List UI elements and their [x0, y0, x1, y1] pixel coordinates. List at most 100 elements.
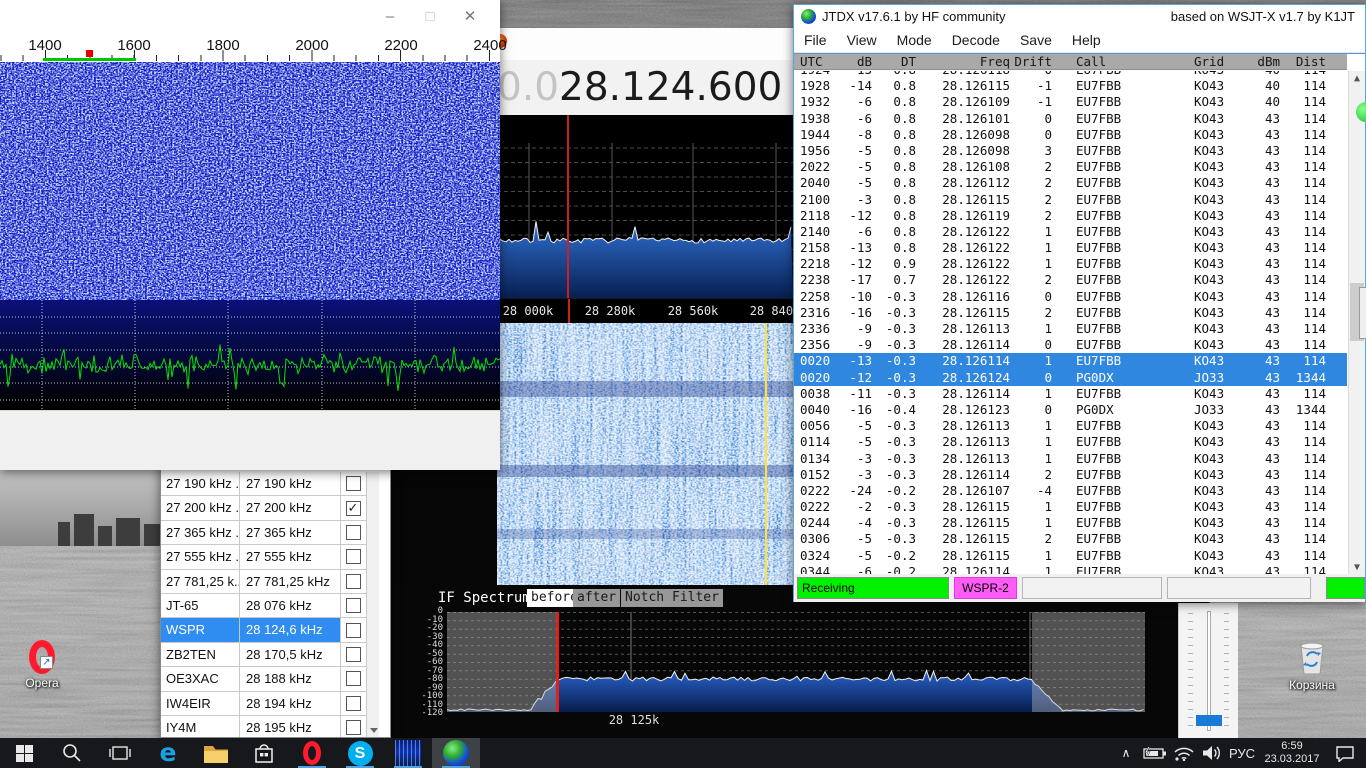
close-button[interactable]: ✕ [455, 8, 485, 28]
volume-slider[interactable] [1207, 611, 1211, 731]
volume-slider-handle[interactable] [1196, 715, 1222, 726]
memory-row[interactable]: ZB2TEN 28 170,5 kHz [161, 643, 367, 667]
table-row[interactable]: 0134 -3 -0.3 28.126113 1 EU7FBB KO43 43 … [794, 451, 1347, 467]
memory-checkbox[interactable] [346, 525, 361, 540]
menu-item[interactable]: Mode [887, 29, 942, 52]
table-row[interactable]: 0038 -11 -0.3 28.126114 1 EU7FBB KO43 43… [794, 386, 1347, 402]
memory-checkbox[interactable] [346, 647, 361, 662]
if-spectrum-button[interactable]: Notch [621, 589, 668, 607]
table-row[interactable]: 1928 -14 0.8 28.126115 -1 EU7FBB KO43 40… [794, 78, 1347, 94]
table-row[interactable]: 0040 -16 -0.4 28.126123 0 PG0DX JO33 43 … [794, 402, 1347, 418]
memory-checkbox[interactable] [346, 623, 361, 638]
table-row[interactable]: 1938 -6 0.8 28.126101 0 EU7FBB KO43 43 1… [794, 111, 1347, 127]
table-row[interactable]: 1944 -8 0.8 28.126098 0 EU7FBB KO43 43 1… [794, 127, 1347, 143]
table-row[interactable]: 1932 -6 0.8 28.126109 -1 EU7FBB KO43 40 … [794, 94, 1347, 110]
taskbar-skype[interactable]: S [336, 738, 384, 768]
wide-graph-spectrum[interactable] [0, 300, 500, 410]
jtdx-titlebar[interactable]: JTDX v17.6.1 by HF community based on WS… [794, 5, 1365, 29]
tray-chevron[interactable]: ∧ [1112, 738, 1140, 768]
if-spectrum-button[interactable]: after [573, 589, 620, 607]
table-row[interactable]: 0020 -12 -0.3 28.126124 0 PG0DX JO33 43 … [794, 370, 1347, 386]
memory-checkbox[interactable] [346, 501, 361, 516]
menu-item[interactable]: File [794, 29, 837, 52]
taskbar-edge[interactable]: e [144, 738, 192, 768]
memory-row[interactable]: 27 200 kHz ... 27 200 kHz [161, 496, 367, 520]
start-button[interactable] [0, 738, 48, 768]
table-row[interactable]: 2336 -9 -0.3 28.126113 1 EU7FBB KO43 43 … [794, 321, 1347, 337]
tray-language[interactable]: РУС [1222, 738, 1262, 768]
tray-clock[interactable]: 6:59 23.03.2017 [1260, 738, 1324, 768]
task-view-button[interactable] [96, 738, 144, 768]
memory-checkbox[interactable] [346, 549, 361, 564]
if-spectrum-button[interactable]: Filter [668, 589, 723, 607]
memory-checkbox[interactable] [346, 574, 361, 589]
memory-row[interactable]: 27 781,25 k... 27 781,25 kHz [161, 570, 367, 594]
memory-row[interactable]: IY4M 28 195 kHz [161, 716, 367, 738]
maximize-button[interactable]: □ [415, 8, 445, 28]
sdr-main-spectrum[interactable] [497, 115, 793, 298]
tray-wifi[interactable] [1170, 738, 1198, 768]
memory-checkbox[interactable] [346, 696, 361, 711]
memory-checkbox[interactable] [346, 476, 361, 491]
table-row[interactable]: 2158 -13 0.8 28.126122 1 EU7FBB KO43 43 … [794, 240, 1347, 256]
memory-row[interactable]: 27 365 kHz ... 27 365 kHz [161, 521, 367, 545]
tray-battery[interactable] [1140, 738, 1170, 768]
memory-row[interactable]: IW4EIR 28 194 kHz [161, 692, 367, 716]
taskbar-sdr-console[interactable] [384, 738, 432, 768]
memory-checkbox[interactable] [346, 671, 361, 686]
taskbar-jtdx[interactable] [432, 738, 480, 768]
table-row[interactable]: 1956 -5 0.8 28.126098 3 EU7FBB KO43 43 1… [794, 143, 1347, 159]
table-row[interactable]: 0020 -13 -0.3 28.126114 1 EU7FBB KO43 43… [794, 353, 1347, 369]
search-button[interactable] [48, 738, 96, 768]
memory-row[interactable]: WSPR 28 124,6 kHz [161, 618, 367, 642]
taskbar-opera[interactable] [288, 738, 336, 768]
memory-scrollbar[interactable] [366, 472, 379, 738]
table-row[interactable]: 1924 -13 0.8 28.126118 0 EU7FBB KO43 40 … [794, 71, 1347, 78]
taskbar-file-explorer[interactable] [192, 738, 240, 768]
if-spectrum-graph[interactable] [447, 612, 1145, 712]
minimize-button[interactable]: – [375, 8, 405, 28]
tray-action-center[interactable] [1328, 738, 1362, 768]
table-row[interactable]: 0222 -2 -0.3 28.126115 1 EU7FBB KO43 43 … [794, 499, 1347, 515]
sdr-waterfall[interactable] [497, 323, 793, 585]
desktop-icon-opera[interactable]: ↗ Opera [12, 640, 72, 690]
table-row[interactable]: 2218 -12 0.9 28.126122 1 EU7FBB KO43 43 … [794, 256, 1347, 272]
memory-row[interactable]: 27 190 kHz ... 27 190 kHz [161, 472, 367, 496]
memory-row[interactable]: OE3XAC 28 188 kHz [161, 667, 367, 691]
table-row[interactable]: 2316 -16 -0.3 28.126115 2 EU7FBB KO43 43… [794, 305, 1347, 321]
memory-row[interactable]: JT-65 28 076 kHz [161, 594, 367, 618]
sdr-frequency-display[interactable]: 0.028.124.600 [497, 60, 795, 115]
table-row[interactable]: 0056 -5 -0.3 28.126113 1 EU7FBB KO43 43 … [794, 418, 1347, 434]
table-row[interactable]: 0114 -5 -0.3 28.126113 1 EU7FBB KO43 43 … [794, 434, 1347, 450]
table-row[interactable]: 2356 -9 -0.3 28.126114 0 EU7FBB KO43 43 … [794, 337, 1347, 353]
memory-checkbox[interactable] [346, 598, 361, 613]
table-row[interactable]: 2118 -12 0.8 28.126119 2 EU7FBB KO43 43 … [794, 208, 1347, 224]
desktop-icon-recycle-bin[interactable]: Корзина [1282, 638, 1342, 692]
wide-graph-titlebar[interactable]: – □ ✕ [0, 0, 500, 35]
table-row[interactable]: 0244 -4 -0.3 28.126115 1 EU7FBB KO43 43 … [794, 515, 1347, 531]
table-row[interactable]: 0152 -3 -0.3 28.126114 2 EU7FBB KO43 43 … [794, 467, 1347, 483]
scroll-down-icon[interactable]: ▼ [1349, 562, 1365, 573]
recycle-bin-icon [1297, 638, 1327, 676]
table-row[interactable]: 2022 -5 0.8 28.126108 2 EU7FBB KO43 43 1… [794, 159, 1347, 175]
table-row[interactable]: 0222 -24 -0.2 28.126107 -4 EU7FBB KO43 4… [794, 483, 1347, 499]
menu-item[interactable]: Decode [942, 29, 1010, 52]
taskbar-store[interactable] [240, 738, 288, 768]
wide-graph-waterfall[interactable] [0, 62, 500, 300]
table-row[interactable]: 2140 -6 0.8 28.126122 1 EU7FBB KO43 43 1… [794, 224, 1347, 240]
scroll-down-icon[interactable] [370, 728, 378, 733]
table-row[interactable]: 2040 -5 0.8 28.126112 2 EU7FBB KO43 43 1… [794, 175, 1347, 191]
menu-item[interactable]: Help [1062, 29, 1111, 52]
table-row[interactable]: 2258 -10 -0.3 28.126116 0 EU7FBB KO43 43… [794, 289, 1347, 305]
scale-tick-label: 28 280k [578, 304, 642, 318]
menu-item[interactable]: View [837, 29, 887, 52]
memory-row[interactable]: 27 555 kHz ... 27 555 kHz [161, 545, 367, 569]
scroll-up-icon[interactable]: ▲ [1349, 73, 1365, 84]
table-row[interactable]: 0324 -5 -0.2 28.126115 1 EU7FBB KO43 43 … [794, 548, 1347, 564]
table-row[interactable]: 2100 -3 0.8 28.126115 2 EU7FBB KO43 43 1… [794, 192, 1347, 208]
memory-checkbox[interactable] [346, 720, 361, 735]
menu-item[interactable]: Save [1010, 29, 1062, 52]
table-row[interactable]: 0306 -5 -0.3 28.126115 2 EU7FBB KO43 43 … [794, 531, 1347, 547]
table-row[interactable]: 2238 -17 0.7 28.126122 2 EU7FBB KO43 43 … [794, 272, 1347, 288]
rx-frequency-marker[interactable] [86, 50, 93, 57]
